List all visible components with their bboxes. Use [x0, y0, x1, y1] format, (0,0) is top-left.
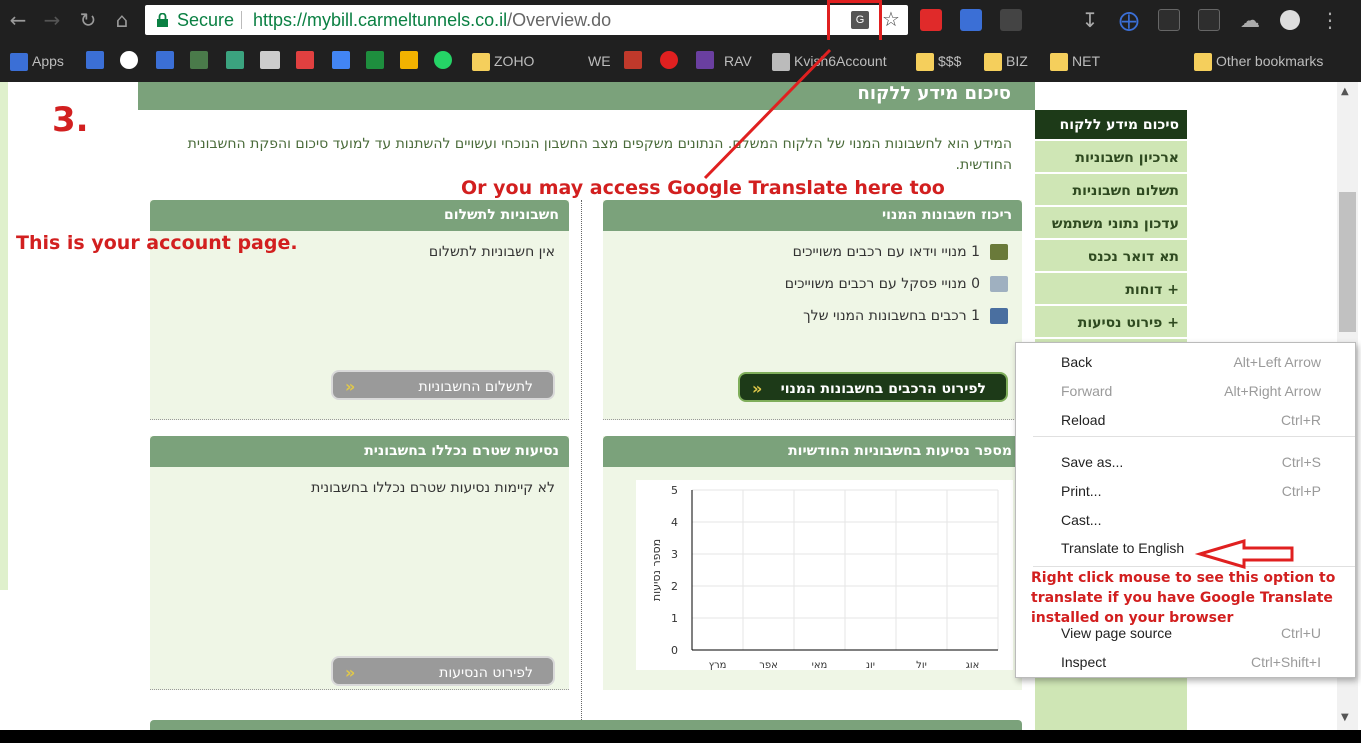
- right-click-annotation: Right click mouse to see this option to …: [1031, 568, 1335, 628]
- bottom-bar: [0, 730, 1361, 743]
- pointer-line: [703, 48, 832, 180]
- right-click-line: translate if you have Google Translate: [1031, 590, 1333, 606]
- annotation-arrows: [703, 48, 1294, 570]
- right-click-line: Right click mouse to see this option to: [1031, 570, 1336, 586]
- left-arrow-icon: [1194, 538, 1294, 570]
- right-click-line: installed on your browser: [1031, 610, 1234, 626]
